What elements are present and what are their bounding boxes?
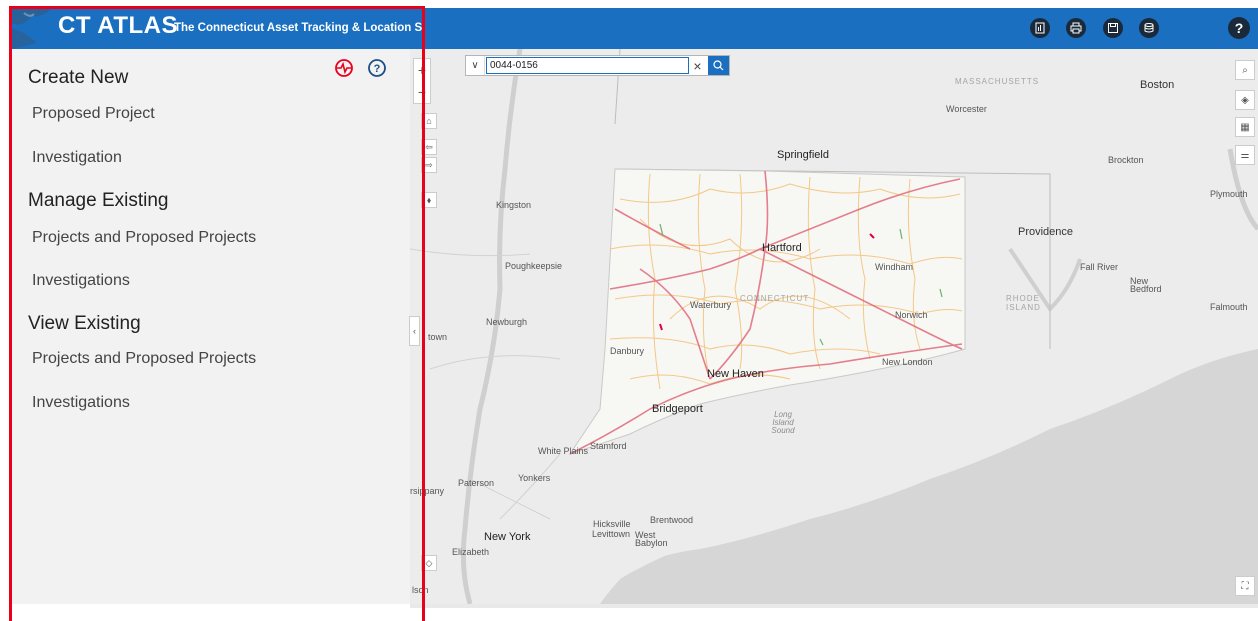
measure-button[interactable]: ⚌ — [1235, 145, 1255, 165]
report-icon — [1035, 22, 1045, 34]
home-button[interactable]: ⌂ — [421, 113, 437, 129]
menu-item-manage-projects[interactable]: Projects and Proposed Projects — [32, 229, 256, 247]
map-label-elizabeth: Elizabeth — [452, 547, 490, 557]
app-subtitle: The Connecticut Asset Tracking & Locatio… — [174, 22, 424, 34]
map-label-new-york: New York — [484, 531, 531, 543]
close-icon: × — [693, 57, 702, 74]
print-icon — [1070, 22, 1082, 34]
menu-item-proposed-project[interactable]: Proposed Project — [32, 105, 155, 123]
map-label-plymouth: Plymouth — [1210, 189, 1248, 199]
print-button[interactable] — [1066, 18, 1086, 38]
database-button[interactable] — [1139, 18, 1159, 38]
save-icon — [1108, 23, 1118, 33]
eraser-button[interactable]: ◇ — [421, 555, 437, 571]
map-label-new-bedford: New Bedford — [1130, 276, 1162, 294]
map-label-danbury: Danbury — [610, 346, 645, 356]
map-label-worcester: Worcester — [946, 104, 987, 114]
map-label-hartford: Hartford — [762, 242, 802, 254]
help-button[interactable]: ? — [1228, 17, 1250, 39]
search-button[interactable] — [708, 56, 729, 75]
compass-button[interactable]: ⬧ — [421, 192, 437, 208]
map-label-poughkeepsie: Poughkeepsie — [505, 261, 563, 271]
map-label-brockton: Brockton — [1108, 155, 1144, 165]
map-label-white-plains: White Plains — [538, 446, 589, 456]
map-label-west-babylon: West Babylon — [635, 530, 668, 548]
compass-icon: ⬧ — [426, 194, 432, 205]
zoom-out-button[interactable]: − — [414, 81, 430, 103]
chevron-down-icon: ∨ — [471, 60, 479, 71]
map-label-stamford: Stamford — [590, 441, 627, 451]
menu-item-view-projects[interactable]: Projects and Proposed Projects — [32, 350, 256, 368]
map-label-springfield: Springfield — [777, 149, 829, 161]
menu-item-investigation[interactable]: Investigation — [32, 149, 122, 167]
map-label-paterson: Paterson — [458, 478, 495, 488]
search-widget: ∨ × — [465, 55, 730, 76]
collapse-sidebar-button[interactable]: ‹ — [409, 316, 420, 346]
map-label-norwich: Norwich — [895, 310, 928, 320]
map-label-massachusetts: MASSACHUSETTS — [955, 77, 1040, 86]
search-input[interactable] — [486, 57, 689, 74]
zoom-control: + − — [413, 58, 431, 104]
section-heading-manage-existing: Manage Existing — [28, 190, 169, 211]
fullscreen-button[interactable]: ⛶ — [1235, 576, 1255, 596]
svg-text:?: ? — [374, 63, 381, 75]
map-label-levittown: Levittown — [592, 529, 631, 539]
activity-icon[interactable] — [334, 58, 354, 78]
map-label-brentwood: Brentwood — [650, 515, 694, 525]
search-icon — [713, 60, 724, 71]
arrow-right-icon: ⇨ — [425, 159, 433, 170]
app-root: { "header": { "title": "CT ATLAS", "subt… — [0, 0, 1258, 621]
chevron-left-icon: ‹ — [413, 326, 416, 336]
map-label-new-haven: New Haven — [707, 368, 764, 380]
map-label-rhode-island: RHODE ISLAND — [1006, 294, 1041, 312]
map-label-rsippany: rsippany — [410, 486, 445, 496]
map-label-boston: Boston — [1140, 79, 1175, 91]
layers-icon: ◈ — [1241, 94, 1249, 106]
app-title: CT ATLAS — [58, 12, 178, 39]
fullscreen-icon: ⛶ — [1241, 580, 1249, 592]
section-heading-create-new: Create New — [28, 67, 129, 88]
arrow-left-icon: ⇦ — [425, 141, 433, 152]
menu-item-view-investigations[interactable]: Investigations — [32, 394, 130, 412]
previous-extent-button[interactable]: ⇦ — [421, 139, 437, 155]
map-label-hicksville: Hicksville — [593, 519, 631, 529]
section-heading-view-existing: View Existing — [28, 313, 141, 334]
map-label-new-london: New London — [882, 357, 933, 367]
save-button[interactable] — [1103, 18, 1123, 38]
clear-search-button[interactable]: × — [688, 56, 707, 75]
help-circle-icon[interactable]: ? — [367, 58, 387, 78]
map-label-kingston: Kingston — [496, 200, 532, 210]
map-label-windham: Windham — [875, 262, 914, 272]
map-label-yonkers: Yonkers — [518, 473, 551, 483]
map-label-connecticut: CONNECTICUT — [740, 294, 810, 303]
map-label-fall-river: Fall River — [1080, 262, 1119, 272]
basemap — [410, 49, 1258, 604]
map-label-falmouth: Falmouth — [1210, 302, 1248, 312]
eraser-icon: ◇ — [425, 557, 433, 568]
search-icon: ⌕ — [1242, 64, 1248, 76]
menu-item-manage-investigations[interactable]: Investigations — [32, 272, 130, 290]
map-label-providence: Providence — [1018, 226, 1074, 238]
database-icon — [1144, 23, 1154, 33]
map-attribution-bar — [410, 604, 1258, 608]
basemap-gallery-button[interactable]: ▦ — [1235, 117, 1255, 137]
app-header: CT ATLAS The Connecticut Asset Tracking … — [12, 8, 1258, 49]
map-label-lson: lson — [412, 585, 429, 595]
sidebar-panel: ? Create New Proposed Project Investigat… — [12, 49, 410, 604]
map-label-newburgh: Newburgh — [486, 317, 528, 327]
next-extent-button[interactable]: ⇨ — [421, 157, 437, 173]
ruler-icon: ⚌ — [1240, 149, 1250, 161]
search-source-dropdown[interactable]: ∨ — [466, 56, 485, 75]
map-label-town: town — [428, 332, 448, 342]
report-button[interactable] — [1030, 18, 1050, 38]
grid-icon: ▦ — [1240, 121, 1250, 133]
home-icon: ⌂ — [426, 116, 432, 126]
map-view[interactable]: Boston MASSACHUSETTS Worcester Springfie… — [410, 49, 1258, 604]
layers-button[interactable]: ◈ — [1235, 90, 1255, 110]
zoom-in-button[interactable]: + — [414, 59, 430, 81]
map-label-long-island-sound: Long Island Sound — [771, 410, 795, 435]
map-label-bridgeport: Bridgeport — [652, 403, 703, 415]
map-search-button[interactable]: ⌕ — [1235, 60, 1255, 80]
map-label-waterbury: Waterbury — [690, 300, 732, 310]
